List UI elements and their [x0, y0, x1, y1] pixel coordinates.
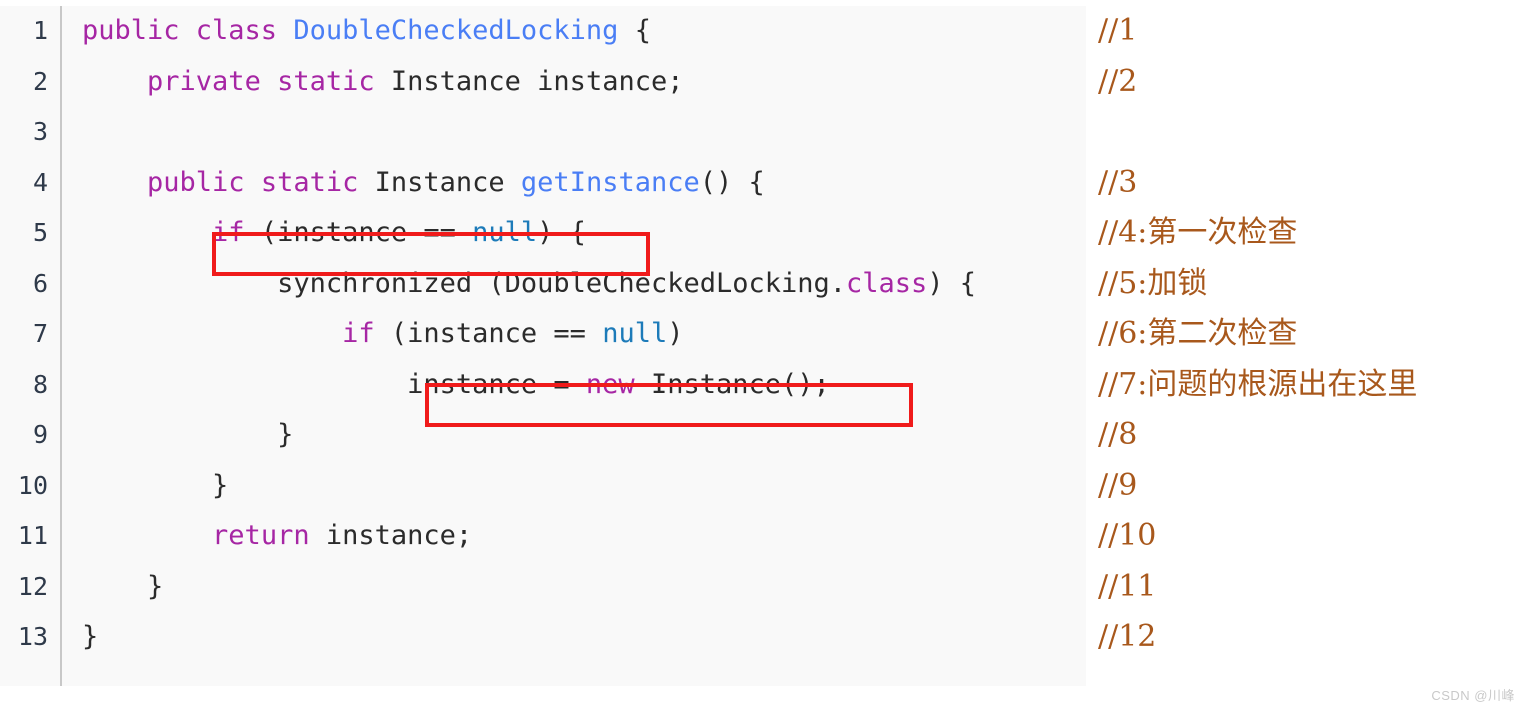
code-line[interactable]: } — [62, 562, 1086, 613]
line-number: 10 — [17, 470, 48, 500]
line-number: 11 — [17, 521, 48, 550]
code-block-panel: 1 2 3 4 5 6 7 8 9 10 11 12 13 public class DoubleChe… — [0, 6, 1086, 686]
code-token: ) { — [537, 217, 586, 248]
annotation-comment: //9 — [1098, 467, 1138, 503]
line-number: 9 — [32, 420, 48, 449]
annotation-comment: //6:第二次检查 — [1098, 316, 1298, 351]
line-number: 12 — [17, 571, 48, 601]
code-token: (instance == — [244, 217, 473, 248]
annotation-comments-panel: //1 //2 //3 //4:第一次检查 //5:加锁 //6:第二次检查 //7:问题… — [1098, 6, 1527, 696]
code-line[interactable]: return instance; — [62, 511, 1086, 562]
code-line[interactable]: public class DoubleCheckedLocking { — [62, 6, 1086, 57]
code-token: public class — [82, 15, 294, 46]
code-token: ) — [667, 318, 684, 349]
line-number-gutter: 1 2 3 4 5 6 7 8 9 10 11 12 13 — [0, 6, 62, 686]
code-token: getInstance — [520, 166, 700, 198]
line-number: 4 — [32, 167, 48, 197]
line-number: 1 — [32, 16, 48, 45]
code-line[interactable]: private static Instance instance; — [62, 57, 1086, 108]
code-token: private static — [147, 65, 391, 97]
line-number: 7 — [32, 319, 48, 348]
annotation-comment: //10 — [1098, 518, 1157, 553]
code-line[interactable]: if (instance == null) { — [62, 208, 1086, 259]
code-token: } — [82, 469, 229, 501]
code-token: synchronized (DoubleCheckedLocking. — [82, 267, 847, 299]
code-token: } — [82, 570, 164, 602]
code-token: Instance(); — [634, 368, 830, 400]
code-token: if — [212, 217, 245, 248]
code-line[interactable]: instance = new Instance(); — [62, 360, 1086, 411]
annotation-comment: //4:第一次检查 — [1098, 215, 1298, 250]
annotation-comment: //7:问题的根源出在这里 — [1098, 366, 1418, 402]
code-token: null — [602, 318, 668, 349]
code-lines[interactable]: public class DoubleCheckedLocking { priv… — [62, 6, 1086, 686]
code-token: Instance instance; — [390, 65, 684, 97]
code-line[interactable]: } — [62, 461, 1086, 512]
code-token: instance; — [309, 520, 473, 551]
line-number: 6 — [32, 268, 48, 298]
code-token: Instance — [374, 166, 521, 198]
code-token: } — [82, 621, 99, 652]
code-line[interactable]: synchronized (DoubleCheckedLocking.class… — [62, 259, 1086, 310]
code-token: DoubleCheckedLocking — [293, 15, 619, 46]
annotation-comment: //5:加锁 — [1098, 265, 1208, 301]
code-token: ) { — [927, 267, 977, 299]
annotation-comment: //11 — [1098, 568, 1157, 604]
code-token: if — [342, 318, 375, 349]
code-token: class — [846, 267, 928, 299]
code-body: 1 2 3 4 5 6 7 8 9 10 11 12 13 public class DoubleChe… — [0, 6, 1086, 686]
code-token: return — [212, 520, 310, 551]
code-token: instance = — [82, 368, 586, 400]
code-line[interactable] — [62, 107, 1086, 158]
code-token: () { — [699, 166, 765, 198]
line-number: 3 — [32, 117, 48, 146]
code-token: (instance == — [374, 318, 603, 349]
line-number: 13 — [17, 622, 48, 651]
annotation-comment: //12 — [1098, 619, 1157, 654]
annotation-comment: //1 — [1098, 13, 1138, 48]
annotation-comment: //3 — [1098, 164, 1138, 200]
code-line[interactable]: public static Instance getInstance() { — [62, 158, 1086, 209]
annotation-comment-blank — [1098, 107, 1527, 158]
line-number: 5 — [32, 218, 48, 247]
code-token: public static — [147, 166, 375, 198]
annotation-comment: //2 — [1098, 63, 1138, 99]
code-token: null — [472, 217, 538, 248]
code-token: new — [585, 368, 635, 400]
code-line[interactable]: if (instance == null) — [62, 309, 1086, 360]
line-number: 8 — [32, 369, 48, 399]
code-line[interactable]: } — [62, 612, 1086, 663]
code-token: { — [618, 15, 651, 46]
code-token: } — [82, 419, 294, 450]
code-line[interactable]: } — [62, 410, 1086, 461]
line-number: 2 — [32, 66, 48, 96]
annotation-comment: //8 — [1098, 417, 1138, 452]
csdn-watermark: CSDN @川峰 — [1431, 688, 1515, 703]
